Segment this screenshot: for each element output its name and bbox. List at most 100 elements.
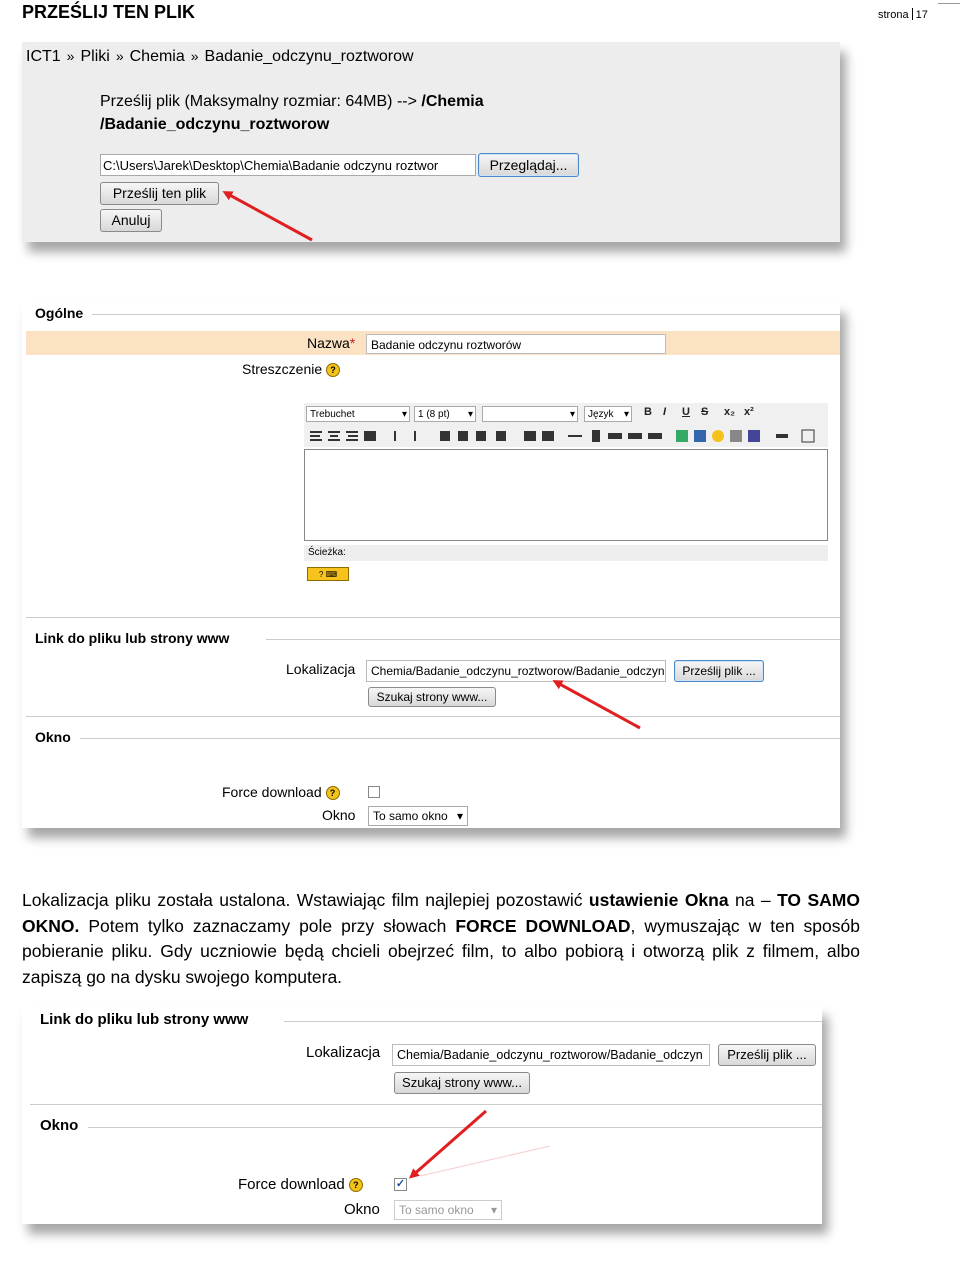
editor-toolbar: Trebuchet 1 (8 pt) Język B I U S x₂ x² bbox=[304, 403, 828, 447]
force-download-checkbox[interactable]: ✓ bbox=[394, 1178, 407, 1191]
paste-icon bbox=[748, 430, 760, 442]
breadcrumb-separator: » bbox=[190, 48, 199, 64]
rtl-icon bbox=[414, 431, 416, 441]
browse-button[interactable]: Przeglądaj... bbox=[478, 153, 579, 177]
breadcrumb-item-pliki[interactable]: Pliki bbox=[80, 48, 109, 65]
window-select[interactable]: To samo okno bbox=[368, 806, 468, 826]
resource-form-screenshot: Ogólne Nazwa* Badanie odczynu roztworów … bbox=[22, 303, 840, 828]
align-left-icon-line bbox=[310, 435, 320, 437]
upload-file-button[interactable]: Prześlij plik ... bbox=[674, 660, 764, 682]
location-input[interactable]: Chemia/Badanie_odczynu_roztworow/Badanie… bbox=[392, 1044, 710, 1066]
special-char-icon bbox=[730, 430, 742, 442]
force-download-checkbox[interactable] bbox=[368, 786, 380, 798]
location-label: Lokalizacja bbox=[286, 661, 356, 677]
bold-icon[interactable]: B bbox=[644, 406, 652, 418]
align-right-icon bbox=[346, 431, 358, 433]
name-label: Nazwa* bbox=[307, 335, 355, 351]
page-number-value: 17 bbox=[915, 9, 928, 21]
window-legend: Okno bbox=[35, 729, 71, 745]
help-icon[interactable]: ? bbox=[348, 1178, 363, 1193]
align-right-icon-line bbox=[346, 439, 358, 441]
paragraph-text-1: Lokalizacja pliku została ustalona. Wsta… bbox=[22, 890, 589, 910]
subscript-icon[interactable]: x₂ bbox=[724, 406, 735, 418]
table-icon bbox=[694, 430, 706, 442]
help-icon[interactable]: ? bbox=[325, 786, 340, 801]
upload-file-button[interactable]: Prześlij ten plik bbox=[100, 182, 219, 205]
page-separator bbox=[911, 8, 913, 20]
summary-label: Streszczenie ? bbox=[242, 361, 341, 378]
align-center-icon bbox=[328, 431, 340, 433]
link-icon bbox=[608, 433, 622, 439]
page-title: PRZEŚLIJ TEN PLIK bbox=[22, 2, 196, 22]
underline-icon[interactable]: U bbox=[682, 406, 690, 418]
instruction-paragraph: Lokalizacja pliku została ustalona. Wsta… bbox=[22, 888, 860, 990]
language-select[interactable]: Język bbox=[584, 406, 632, 422]
strikethrough-icon[interactable]: S bbox=[701, 406, 708, 418]
paragraph-bold-3: FORCE DOWNLOAD bbox=[455, 915, 631, 936]
search-web-button[interactable]: Szukaj strony www... bbox=[394, 1072, 530, 1094]
paragraph-bold-1: ustawienie Okna bbox=[588, 890, 729, 910]
justify-icon bbox=[364, 431, 376, 441]
name-input[interactable]: Badanie odczynu roztworów bbox=[366, 334, 666, 354]
cancel-button[interactable]: Anuluj bbox=[100, 209, 162, 232]
force-download-screenshot: Link do pliku lub strony www Lokalizacja… bbox=[22, 1006, 822, 1224]
anchor-icon bbox=[592, 430, 600, 442]
editor-toolbar-icons bbox=[310, 429, 815, 443]
align-left-icon-line bbox=[310, 439, 322, 441]
ltr-icon bbox=[394, 431, 396, 441]
file-path-input[interactable]: C:\Users\Jarek\Desktop\Chemia\Badanie od… bbox=[100, 154, 476, 176]
breadcrumb-separator: » bbox=[115, 48, 124, 64]
text-color-icon bbox=[524, 431, 536, 441]
unlink-icon bbox=[628, 433, 642, 439]
search-web-button[interactable]: Szukaj strony www... bbox=[368, 687, 496, 707]
general-section-end bbox=[26, 617, 840, 618]
upload-target-path-1: /Chemia bbox=[421, 93, 484, 110]
breadcrumb: ICT1 » Pliki » Chemia » Badanie_odczynu_roztwo… bbox=[26, 48, 414, 66]
italic-icon[interactable]: I bbox=[663, 406, 666, 418]
link-legend: Link do pliku lub strony www bbox=[35, 630, 230, 646]
align-left-icon bbox=[310, 431, 322, 433]
format-select[interactable] bbox=[482, 406, 578, 422]
keyboard-help-icon[interactable]: ? ⌨ bbox=[307, 567, 349, 581]
summary-label-text: Streszczenie bbox=[242, 361, 323, 377]
required-mark: * bbox=[349, 335, 356, 351]
font-select[interactable]: Trebuchet bbox=[306, 406, 410, 422]
editor-path: Ścieżka: bbox=[304, 545, 828, 561]
window-select[interactable]: To samo okno bbox=[394, 1200, 502, 1220]
header-rule bbox=[938, 3, 960, 4]
breadcrumb-item-chemia[interactable]: Chemia bbox=[130, 48, 185, 65]
location-input[interactable]: Chemia/Badanie_odczynu_roztworow/Badanie… bbox=[366, 660, 666, 682]
force-download-text: Force download bbox=[238, 1176, 345, 1193]
upload-info: Prześlij plik (Maksymalny rozmiar: 64MB)… bbox=[100, 90, 484, 136]
name-label-text: Nazwa bbox=[307, 335, 350, 351]
superscript-icon[interactable]: x² bbox=[744, 406, 754, 418]
link-legend: Link do pliku lub strony www bbox=[40, 1011, 249, 1028]
location-label: Lokalizacja bbox=[306, 1044, 381, 1061]
size-select[interactable]: 1 (8 pt) bbox=[414, 406, 476, 422]
link-divider bbox=[266, 639, 840, 640]
page-label: strona bbox=[878, 9, 909, 21]
align-center-icon-line bbox=[328, 439, 340, 441]
general-legend: Ogólne bbox=[35, 305, 84, 321]
force-download-text: Force download bbox=[222, 784, 322, 800]
window-legend: Okno bbox=[40, 1117, 79, 1134]
upload-max-size-text: Prześlij plik (Maksymalny rozmiar: 64MB)… bbox=[100, 93, 417, 110]
fullscreen-icon bbox=[801, 429, 815, 443]
general-divider bbox=[92, 314, 840, 315]
paragraph-text-3: Potem tylko zaznaczamy pole przy słowach bbox=[79, 915, 456, 936]
link-divider bbox=[284, 1021, 822, 1022]
summary-editor[interactable] bbox=[304, 449, 828, 541]
breadcrumb-separator: » bbox=[66, 48, 75, 64]
horizontal-rule-icon bbox=[568, 435, 582, 437]
background-color-icon bbox=[542, 431, 554, 441]
help-icon[interactable]: ? bbox=[326, 363, 341, 378]
upload-target-path-2: /Badanie_odczynu_roztworow bbox=[100, 116, 330, 133]
breadcrumb-item-folder: Badanie_odczynu_roztworow bbox=[204, 48, 414, 65]
upload-file-button[interactable]: Prześlij plik ... bbox=[718, 1044, 816, 1066]
breadcrumb-item-ict1[interactable]: ICT1 bbox=[26, 48, 61, 65]
no-link-icon bbox=[648, 433, 662, 439]
ordered-list-icon bbox=[440, 431, 450, 441]
force-download-label: Force download ? bbox=[238, 1176, 363, 1193]
paragraph-text-2: na – bbox=[728, 890, 778, 910]
emoticon-icon bbox=[712, 430, 724, 442]
